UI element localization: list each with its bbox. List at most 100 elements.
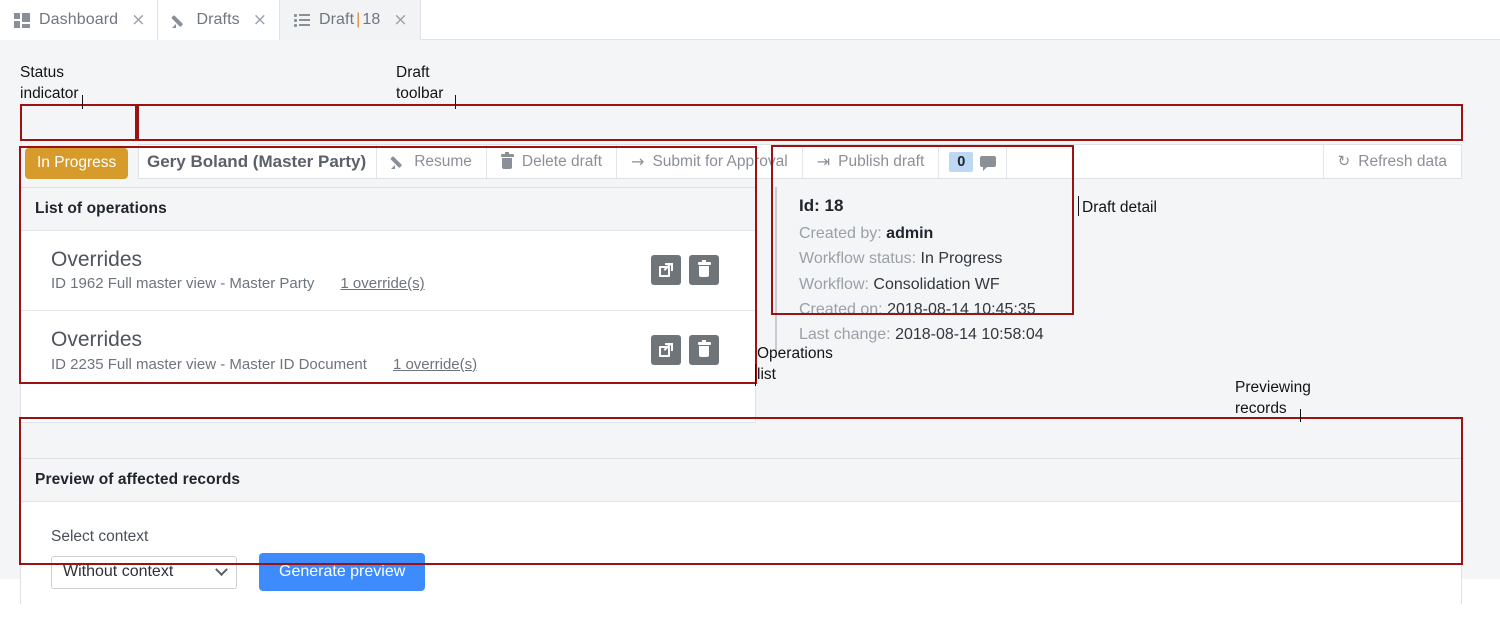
page-body: Status indicator Draft toolbar Draft det…	[0, 40, 1500, 619]
arrow-right-icon: →	[631, 151, 645, 171]
refresh-data-button[interactable]: ↻ Refresh data	[1323, 145, 1461, 178]
tab-dashboard-close-icon[interactable]: ×	[131, 11, 145, 29]
draft-workflow-status: Workflow status: In Progress	[799, 246, 1072, 271]
operation-info: Overrides ID 2235 Full master view - Mas…	[51, 327, 651, 372]
list-icon	[293, 13, 310, 27]
draft-last-change: Last change: 2018-08-14 10:58:04	[799, 322, 1072, 347]
toolbar-spacer	[1007, 145, 1324, 178]
delete-draft-button-label: Delete draft	[521, 152, 603, 170]
tab-draft-18[interactable]: Draft | 18 ×	[279, 0, 421, 40]
tab-draft-18-label-main: Draft	[318, 11, 355, 28]
annotation-draft-detail: Draft detail	[1082, 199, 1157, 216]
annotation-operations-list: Operations list	[757, 345, 833, 384]
chevron-down-icon	[215, 562, 228, 576]
tab-bar: Dashboard × Drafts × Draft | 18 ×	[0, 0, 1500, 40]
submit-for-approval-button[interactable]: → Submit for Approval	[617, 145, 803, 178]
trash-icon	[500, 152, 514, 169]
highlight-draft-toolbar	[137, 104, 1463, 141]
operation-overrides-link[interactable]: 1 override(s)	[340, 275, 424, 292]
operation-subtitle: ID 1962 Full master view - Master Party	[51, 275, 315, 293]
status-badge: In Progress	[25, 148, 129, 179]
trash-icon	[697, 340, 711, 358]
annotation-leader-toolbar	[455, 95, 456, 109]
draft-created-on-value: 2018-08-14 10:45:35	[887, 300, 1036, 318]
preview-panel: Preview of affected records Select conte…	[20, 458, 1462, 619]
delete-draft-button[interactable]: Delete draft	[486, 145, 618, 178]
draft-created-by-label: Created by:	[799, 225, 882, 242]
select-context-label: Select context	[51, 528, 149, 545]
draft-workflow-status-label: Workflow status:	[799, 250, 917, 268]
operations-list-header: List of operations	[21, 188, 755, 231]
draft-title: Gery Boland (Master Party)	[139, 145, 378, 178]
dashboard-grid-icon	[14, 12, 30, 28]
table-row[interactable]: Overrides ID 2235 Full master view - Mas…	[21, 311, 755, 390]
tab-draft-18-label: Draft | 18	[319, 11, 380, 29]
annotation-leader-ops	[755, 364, 756, 386]
publish-draft-button[interactable]: ⇥ Publish draft	[802, 145, 940, 178]
draft-created-on: Created on: 2018-08-14 10:45:35	[799, 297, 1072, 322]
draft-detail-panel: Id: 18 Created by: admin Workflow status…	[775, 187, 1072, 351]
operation-subtitle: ID 2235 Full master view - Master ID Doc…	[51, 355, 367, 373]
open-operation-button[interactable]	[651, 254, 681, 285]
annotation-leader-preview	[1300, 409, 1301, 422]
operation-title: Overrides	[51, 328, 143, 352]
delete-operation-button[interactable]	[689, 334, 719, 365]
tab-dashboard[interactable]: Dashboard ×	[0, 0, 159, 40]
operation-actions	[651, 334, 719, 365]
operation-title: Overrides	[51, 248, 143, 271]
preview-panel-header: Preview of affected records	[21, 459, 1461, 502]
table-row[interactable]: Overrides ID 1962 Full master view - Mas…	[21, 231, 755, 312]
draft-workflow-value: Consolidation WF	[873, 275, 1000, 293]
comments-button[interactable]: 0	[939, 145, 1008, 178]
operations-list-panel: List of operations Overrides ID 1962 Ful…	[20, 187, 756, 423]
annotation-status-indicator: Status indicator	[20, 64, 79, 103]
annotation-leader-detail	[1078, 196, 1079, 216]
draft-last-change-label: Last change:	[799, 326, 891, 344]
submit-for-approval-button-label: Submit for Approval	[652, 152, 788, 170]
open-operation-button[interactable]	[651, 334, 681, 365]
arrow-to-bar-icon: ⇥	[816, 151, 831, 171]
draft-toolbar: Gery Boland (Master Party) Resume Delete…	[138, 144, 1462, 179]
draft-created-by: Created by: admin	[799, 221, 1072, 246]
preview-panel-body: Select context Without context Generate …	[21, 502, 1461, 619]
operation-subtitle-row: ID 1962 Full master view - Master Party …	[51, 275, 651, 292]
annotation-leader-status	[82, 95, 83, 109]
external-link-icon	[659, 262, 673, 277]
resume-button-label: Resume	[414, 152, 472, 170]
tab-drafts-close-icon[interactable]: ×	[253, 11, 267, 29]
speech-bubble-icon	[980, 155, 997, 171]
select-context-value: Without context	[63, 563, 174, 580]
trash-icon	[697, 260, 711, 278]
publish-draft-button-label: Publish draft	[838, 152, 925, 170]
generate-preview-button[interactable]: Generate preview	[259, 553, 426, 591]
annotation-draft-toolbar: Draft toolbar	[396, 64, 444, 103]
draft-workflow-label: Workflow:	[799, 275, 869, 293]
pencil-icon	[390, 154, 406, 169]
draft-created-by-value: admin	[886, 225, 934, 242]
operation-subtitle-row: ID 2235 Full master view - Master ID Doc…	[51, 356, 651, 373]
draft-id-value: 18	[824, 196, 844, 215]
highlight-status-indicator	[20, 104, 137, 141]
tab-dashboard-label: Dashboard	[39, 11, 119, 28]
draft-created-on-label: Created on:	[799, 300, 883, 318]
draft-workflow-status-value: In Progress	[920, 250, 1003, 268]
resume-button[interactable]: Resume	[377, 145, 487, 178]
refresh-icon: ↻	[1337, 152, 1351, 170]
operation-actions	[651, 254, 719, 285]
tab-drafts[interactable]: Drafts ×	[158, 0, 280, 40]
comment-count-badge: 0	[949, 151, 974, 172]
tab-drafts-label: Drafts	[196, 11, 240, 28]
draft-last-change-value: 2018-08-14 10:58:04	[895, 326, 1044, 344]
pencil-icon	[171, 13, 187, 28]
draft-workflow: Workflow: Consolidation WF	[799, 272, 1072, 297]
operation-overrides-link[interactable]: 1 override(s)	[393, 356, 477, 373]
tab-draft-18-label-id: 18	[362, 11, 381, 28]
external-link-icon	[659, 342, 673, 357]
refresh-data-button-label: Refresh data	[1358, 152, 1447, 170]
select-context-dropdown[interactable]: Without context	[51, 555, 237, 589]
operation-info: Overrides ID 1962 Full master view - Mas…	[51, 247, 651, 292]
tab-draft-18-close-icon[interactable]: ×	[393, 11, 407, 29]
draft-id: Id: 18	[799, 196, 1072, 216]
preview-controls: Without context Generate preview	[51, 553, 1431, 591]
delete-operation-button[interactable]	[689, 254, 719, 285]
